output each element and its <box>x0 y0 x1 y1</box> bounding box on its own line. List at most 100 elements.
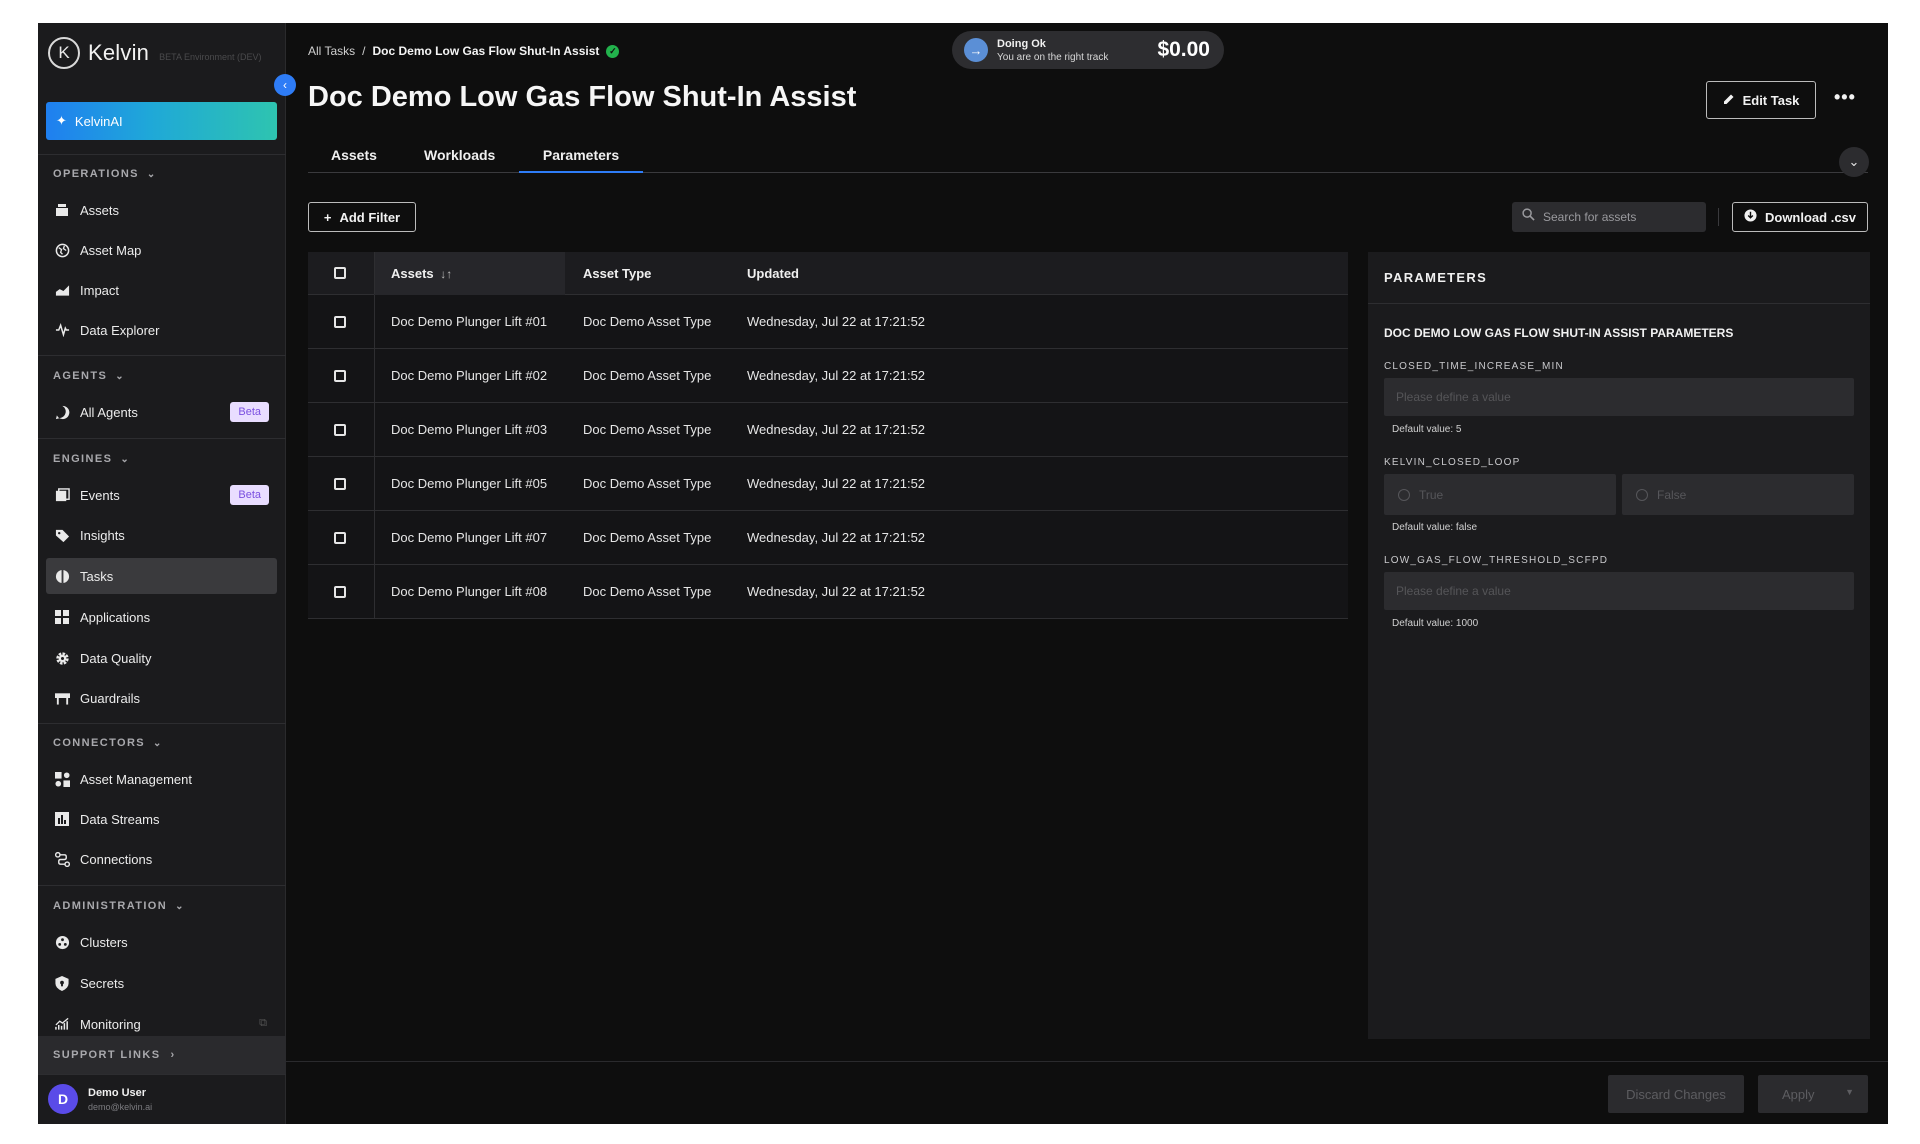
sidebar-item-label: Applications <box>80 609 151 625</box>
support-links[interactable]: SUPPORT LINKS › <box>38 1036 286 1074</box>
waveform-icon <box>54 322 70 338</box>
row-checkbox[interactable] <box>334 316 346 328</box>
sidebar-item-applications[interactable]: Applications <box>46 599 277 635</box>
sidebar-item-insights[interactable]: Insights <box>46 517 277 553</box>
assets-icon <box>54 202 70 218</box>
table-header: Assets ↓↑ Asset Type Updated <box>308 252 1348 295</box>
section-title: OPERATIONS <box>53 168 139 180</box>
table-row[interactable]: Doc Demo Plunger Lift #07 Doc Demo Asset… <box>308 511 1348 565</box>
download-label: Download .csv <box>1764 209 1857 225</box>
table-row[interactable]: Doc Demo Plunger Lift #08 Doc Demo Asset… <box>308 565 1348 619</box>
check-circle-icon: ✓ <box>606 44 620 58</box>
divider <box>38 1074 286 1075</box>
caret-down-icon: ▼ <box>1845 1087 1854 1097</box>
sidebar-item-data-quality[interactable]: Data Quality <box>46 640 277 676</box>
chevron-right-icon: › <box>170 1049 176 1061</box>
sidebar-item-label: Guardrails <box>80 690 140 706</box>
breadcrumb-all-tasks[interactable]: All Tasks <box>308 44 355 58</box>
search-input[interactable] <box>1543 210 1693 224</box>
sidebar-item-secrets[interactable]: Secrets <box>46 965 277 1001</box>
sidebar-item-data-explorer[interactable]: Data Explorer <box>46 312 277 348</box>
param-label: LOW_GAS_FLOW_THRESHOLD_SCFPD <box>1384 555 1609 566</box>
status-title: Doing Ok <box>997 37 1046 50</box>
sidebar-item-all-agents[interactable]: All Agents Beta <box>46 394 277 430</box>
section-engines[interactable]: ENGINES ⌄ <box>53 453 129 465</box>
section-connectors[interactable]: CONNECTORS ⌄ <box>53 737 161 749</box>
column-header-updated[interactable]: Updated <box>747 266 799 281</box>
logo-text: Kelvin <box>88 40 150 65</box>
sidebar-item-connections[interactable]: Connections <box>46 841 277 877</box>
updated-time: Wednesday, Jul 22 at 17:21:52 <box>747 314 926 329</box>
edit-task-button[interactable]: Edit Task <box>1706 81 1816 119</box>
sidebar-item-impact[interactable]: Impact <box>46 272 277 308</box>
status-indicator[interactable]: → Doing Ok You are on the right track $0… <box>952 31 1224 69</box>
section-agents[interactable]: AGENTS ⌄ <box>53 370 124 382</box>
closed-loop-false-radio[interactable]: False <box>1622 474 1854 515</box>
select-all-checkbox[interactable] <box>334 267 346 279</box>
breadcrumb-current: Doc Demo Low Gas Flow Shut-In Assist <box>372 44 600 58</box>
sidebar-item-asset-management[interactable]: Asset Management <box>46 761 277 797</box>
sidebar-item-clusters[interactable]: Clusters <box>46 924 277 960</box>
app-window: K Kelvin BETA Environment (DEV) ✦ Kelvin… <box>38 23 1888 1124</box>
collapse-sidebar-button[interactable]: ‹ <box>274 74 296 96</box>
sidebar-item-label: Asset Map <box>80 242 142 258</box>
table-row[interactable]: Doc Demo Plunger Lift #02 Doc Demo Asset… <box>308 349 1348 403</box>
chevron-down-icon: ⌄ <box>175 900 184 912</box>
sidebar-item-label: Data Explorer <box>80 322 160 338</box>
row-checkbox[interactable] <box>334 532 346 544</box>
parameters-panel: PARAMETERS DOC DEMO LOW GAS FLOW SHUT-IN… <box>1368 252 1870 1039</box>
tag-icon <box>54 527 70 543</box>
user-profile[interactable]: D Demo User demo@kelvin.ai <box>48 1084 152 1114</box>
impact-icon <box>54 282 70 298</box>
chevron-down-icon: ⌄ <box>120 453 129 465</box>
sidebar-item-tasks[interactable]: Tasks <box>46 558 277 594</box>
tab-parameters[interactable]: Parameters <box>519 147 643 173</box>
tab-workloads[interactable]: Workloads <box>424 147 495 173</box>
updated-time: Wednesday, Jul 22 at 17:21:52 <box>747 368 926 383</box>
row-checkbox[interactable] <box>334 586 346 598</box>
chevron-down-icon[interactable]: ⌄ <box>1839 147 1869 177</box>
tab-bar: Assets Workloads Parameters <box>308 143 1868 173</box>
section-title: ENGINES <box>53 453 113 465</box>
sidebar-item-guardrails[interactable]: Guardrails <box>46 680 277 716</box>
download-csv-button[interactable]: Download .csv <box>1732 202 1868 232</box>
tab-assets[interactable]: Assets <box>331 147 377 173</box>
low-gas-flow-threshold-input[interactable] <box>1384 572 1854 610</box>
logo[interactable]: K Kelvin BETA Environment (DEV) <box>48 37 262 69</box>
sidebar-item-data-streams[interactable]: Data Streams <box>46 801 277 837</box>
sidebar-item-label: Events <box>80 487 120 503</box>
monitoring-icon <box>54 1016 70 1032</box>
sidebar-item-assets[interactable]: Assets <box>46 192 277 228</box>
discard-changes-button[interactable]: Discard Changes <box>1608 1075 1744 1113</box>
sidebar-item-label: Data Quality <box>80 650 152 666</box>
table-row[interactable]: Doc Demo Plunger Lift #03 Doc Demo Asset… <box>308 403 1348 457</box>
assets-table: Assets ↓↑ Asset Type Updated Doc Demo Pl… <box>308 252 1348 619</box>
row-checkbox[interactable] <box>334 370 346 382</box>
asset-type: Doc Demo Asset Type <box>583 584 712 599</box>
sidebar-item-events[interactable]: Events Beta <box>46 477 277 513</box>
asset-management-icon <box>54 771 70 787</box>
sidebar-item-label: Connections <box>80 851 153 867</box>
param-label: CLOSED_TIME_INCREASE_MIN <box>1384 361 1564 372</box>
row-checkbox[interactable] <box>334 478 346 490</box>
asset-type: Doc Demo Asset Type <box>583 314 712 329</box>
section-title: AGENTS <box>53 370 108 382</box>
param-default-value: Default value: false <box>1392 522 1478 533</box>
table-row[interactable]: Doc Demo Plunger Lift #01 Doc Demo Asset… <box>308 295 1348 349</box>
more-options-icon[interactable]: ••• <box>1834 87 1856 108</box>
parameters-title: DOC DEMO LOW GAS FLOW SHUT-IN ASSIST PAR… <box>1384 326 1734 340</box>
section-title: CONNECTORS <box>53 737 146 749</box>
row-checkbox[interactable] <box>334 424 346 436</box>
closed-loop-true-radio[interactable]: True <box>1384 474 1616 515</box>
column-header-asset-type[interactable]: Asset Type <box>583 266 651 281</box>
apply-button[interactable]: Apply ▼ <box>1758 1075 1868 1113</box>
section-administration[interactable]: ADMINISTRATION ⌄ <box>53 900 184 912</box>
section-operations[interactable]: OPERATIONS ⌄ <box>53 168 155 180</box>
table-row[interactable]: Doc Demo Plunger Lift #05 Doc Demo Asset… <box>308 457 1348 511</box>
kelvin-ai-button[interactable]: ✦ KelvinAI <box>46 102 277 140</box>
sidebar: K Kelvin BETA Environment (DEV) ✦ Kelvin… <box>38 23 286 1124</box>
add-filter-button[interactable]: + Add Filter <box>308 202 416 232</box>
sidebar-item-asset-map[interactable]: Asset Map <box>46 232 277 268</box>
column-header-assets[interactable]: Assets ↓↑ <box>391 266 452 281</box>
closed-time-increase-input[interactable] <box>1384 378 1854 416</box>
